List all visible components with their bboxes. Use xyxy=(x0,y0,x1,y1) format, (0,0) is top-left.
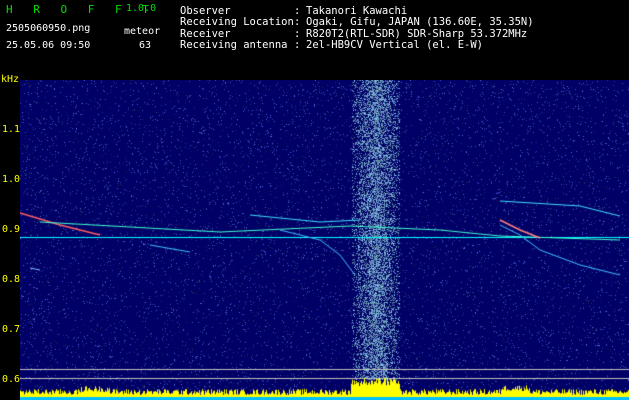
info-sep-antenna: : xyxy=(294,39,301,51)
y-tick: 0.8 xyxy=(2,274,21,285)
info-sep-receiver: : xyxy=(294,28,301,40)
y-tick: 0.9 xyxy=(2,224,21,235)
info-value-receiver: R820T2(RTL-SDR) SDR-Sharp 53.372MHz xyxy=(306,28,528,40)
info-value-observer: Takanori Kawachi xyxy=(306,5,408,17)
filename-label: 2505060950.png xyxy=(6,23,91,34)
info-key-antenna: Receiving antenna xyxy=(180,39,288,51)
y-tick: 0.7 xyxy=(2,324,21,335)
y-unit-label: kHz xyxy=(1,74,20,85)
info-sep-observer: : xyxy=(294,5,301,17)
info-key-observer: Observer xyxy=(180,5,231,17)
meteor-count: 63 xyxy=(139,40,152,51)
y-tick: 0.6 xyxy=(2,374,21,385)
datetime-label: 25.05.06 09:50 xyxy=(6,40,91,51)
y-tick: 1.0 xyxy=(2,174,21,185)
info-key-location: Receiving Location xyxy=(180,16,294,28)
info-sep-location: : xyxy=(294,16,301,28)
info-value-location: Ogaki, Gifu, JAPAN (136.60E, 35.35N) xyxy=(306,16,534,28)
version-label: 1.0.0 xyxy=(126,3,157,14)
meteor-label: meteor xyxy=(124,26,161,37)
y-tick: 1.1 xyxy=(2,124,21,135)
info-key-receiver: Receiver xyxy=(180,28,231,40)
info-value-antenna: 2el-HB9CV Vertical (el. E-W) xyxy=(306,39,484,51)
spectrogram-canvas xyxy=(20,80,629,400)
